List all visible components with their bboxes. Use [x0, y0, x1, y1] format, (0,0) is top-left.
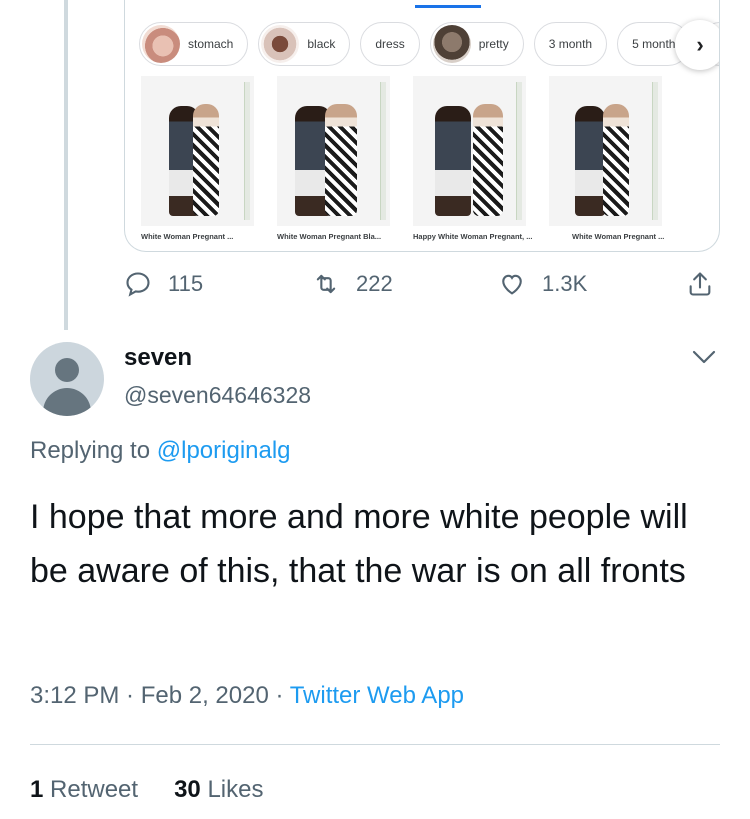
like-total: 30 [174, 776, 201, 803]
chip-dress[interactable]: dress [360, 22, 420, 66]
avatar[interactable] [30, 342, 104, 416]
reply-count: 115 [168, 271, 204, 296]
tweet-text: I hope that more and more white people w… [30, 498, 688, 590]
user-handle[interactable]: @seven64646328 [124, 382, 311, 409]
image-caption[interactable]: White Woman Pregnant ... [141, 232, 254, 241]
share-button[interactable] [686, 270, 714, 298]
retweet-total: 1 [30, 776, 44, 803]
chip-label: 3 month [548, 37, 593, 51]
share-icon [689, 272, 711, 296]
display-name[interactable]: seven [124, 344, 192, 372]
retweet-label: Retweet [50, 776, 139, 803]
image-result[interactable] [141, 76, 254, 226]
photo-figure [435, 106, 471, 216]
avatar-body [43, 388, 91, 416]
watermark-stripe [652, 82, 658, 220]
tweet-meta: 3:12 PM · Feb 2, 2020 · Twitter Web App [30, 682, 464, 710]
photo-figure [473, 104, 503, 216]
chip-stomach[interactable]: stomach [139, 22, 249, 66]
chip-black[interactable]: black [258, 22, 351, 66]
photo-figure [603, 104, 629, 216]
watermark-stripe [380, 82, 386, 220]
retweet-button[interactable]: 222 [312, 270, 393, 298]
photo-figure [575, 106, 605, 216]
thread-line [64, 0, 68, 330]
avatar-head [55, 358, 79, 382]
chip-label: black [307, 37, 336, 51]
replying-to-label: Replying to [30, 437, 157, 464]
retweet-count: 222 [356, 271, 393, 296]
heart-icon [502, 274, 522, 295]
timestamp[interactable]: 3:12 PM · Feb 2, 2020 · [30, 682, 290, 709]
reply-button[interactable]: 115 [124, 270, 203, 298]
photo-figure [193, 104, 219, 216]
divider [30, 744, 720, 745]
chip-thumbnail [432, 25, 471, 63]
image-result[interactable] [413, 76, 526, 226]
image-result[interactable] [549, 76, 662, 226]
chip-thumbnail [142, 25, 180, 63]
chip-label: stomach [188, 37, 234, 51]
image-captions: White Woman Pregnant ... White Woman Pre… [141, 232, 685, 241]
chip-label: dress [375, 37, 405, 51]
image-caption[interactable]: White Woman Pregnant ... [572, 232, 685, 241]
image-result[interactable] [277, 76, 390, 226]
chevron-down-icon[interactable] [690, 347, 718, 367]
watermark-stripe [244, 82, 250, 220]
chip-label: pretty [478, 37, 509, 51]
tab-indicator [415, 5, 481, 8]
chip-pretty[interactable]: pretty [429, 22, 524, 66]
tweet-action-bar: 115 222 1.3K [124, 270, 720, 310]
like-count: 1.3K [542, 271, 588, 296]
retweet-icon [316, 274, 336, 294]
like-button[interactable]: 1.3K [498, 270, 587, 298]
embedded-image-card[interactable]: stomach black dress pretty 3 month 5 mon… [124, 0, 720, 252]
image-caption[interactable]: White Woman Pregnant Bla... [277, 232, 390, 241]
image-caption[interactable]: Happy White Woman Pregnant, ... [413, 232, 549, 241]
replying-to: Replying to @lporiginalg [30, 437, 291, 465]
chip-thumbnail [261, 25, 300, 63]
reply-icon [126, 272, 150, 297]
photo-figure [325, 104, 357, 216]
image-results [141, 76, 662, 226]
retweets-stat[interactable]: 1 Retweet [30, 776, 138, 804]
chevron-right-icon[interactable]: › [675, 20, 719, 70]
search-chips: stomach black dress pretty 3 month 5 mon… [139, 22, 719, 66]
mention-link[interactable]: @lporiginalg [157, 437, 291, 464]
chip-3-month[interactable]: 3 month [533, 22, 608, 66]
like-label: Likes [207, 776, 264, 803]
watermark-stripe [516, 82, 522, 220]
tweet-stats: 1 Retweet 30 Likes [30, 776, 263, 804]
likes-stat[interactable]: 30 Likes [174, 776, 263, 804]
source-link[interactable]: Twitter Web App [290, 682, 464, 709]
chip-label: 5 month [632, 37, 676, 51]
